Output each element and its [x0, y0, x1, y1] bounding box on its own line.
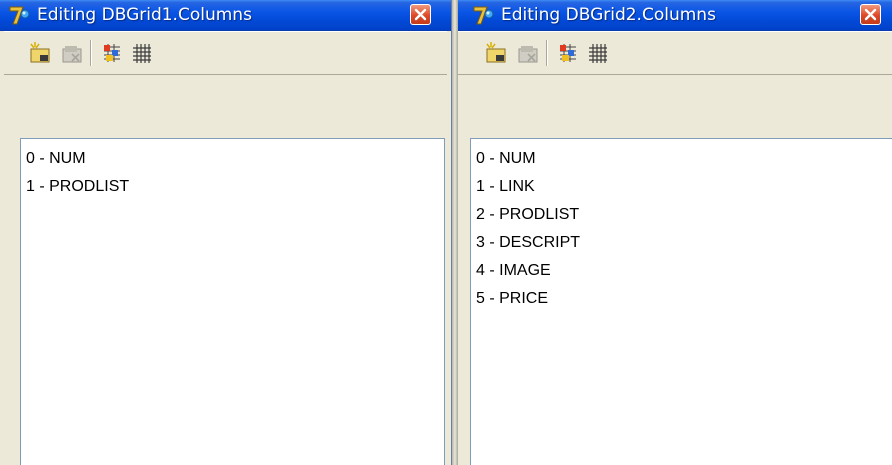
delete-item-icon: [518, 46, 538, 63]
window-title: Editing DBGrid1.Columns: [37, 5, 252, 25]
new-item-icon: [486, 42, 506, 63]
close-button[interactable]: [410, 4, 431, 25]
add-all-fields-button[interactable]: [100, 41, 124, 65]
close-icon: [414, 8, 427, 21]
new-item-icon: [30, 42, 50, 63]
grid-icon: [133, 44, 151, 63]
restore-defaults-button[interactable]: [586, 41, 610, 65]
list-item[interactable]: 3 - DESCRIPT: [476, 229, 580, 257]
delete-column-button[interactable]: [60, 41, 84, 65]
toolbar-separator: [546, 40, 548, 66]
add-new-column-button[interactable]: [28, 41, 52, 65]
delete-item-icon: [62, 46, 82, 63]
list-item[interactable]: 0 - NUM: [26, 145, 129, 173]
add-all-fields-icon: [104, 44, 120, 62]
window-title: Editing DBGrid2.Columns: [501, 5, 716, 25]
title-bar[interactable]: Editing DBGrid2.Columns: [458, 0, 892, 31]
columns-editor-window-dbgrid1: Editing DBGrid1.Columns 0 - NUM 1 - PROD…: [0, 0, 452, 465]
title-bar[interactable]: Editing DBGrid1.Columns: [0, 0, 451, 31]
grid-icon: [589, 44, 607, 63]
list-item[interactable]: 0 - NUM: [476, 145, 580, 173]
close-icon: [864, 8, 877, 21]
columns-list[interactable]: 0 - NUM 1 - PRODLIST: [20, 138, 445, 465]
add-all-fields-icon: [560, 44, 576, 62]
columns-list[interactable]: 0 - NUM 1 - LINK 2 - PRODLIST 3 - DESCRI…: [470, 138, 892, 465]
add-all-fields-button[interactable]: [556, 41, 580, 65]
close-button[interactable]: [860, 4, 881, 25]
delete-column-button[interactable]: [516, 41, 540, 65]
list-item[interactable]: 4 - IMAGE: [476, 257, 580, 285]
list-item[interactable]: 1 - PRODLIST: [26, 173, 129, 201]
list-item[interactable]: 1 - LINK: [476, 173, 580, 201]
delphi-app-icon: [472, 5, 496, 25]
add-new-column-button[interactable]: [484, 41, 508, 65]
list-item[interactable]: 5 - PRICE: [476, 285, 580, 313]
delphi-app-icon: [8, 5, 32, 25]
toolbar-separator: [90, 40, 92, 66]
columns-editor-window-dbgrid2: Editing DBGrid2.Columns 0 - NUM 1 - LINK…: [458, 0, 892, 465]
list-item[interactable]: 2 - PRODLIST: [476, 201, 580, 229]
toolbar: [458, 31, 892, 75]
restore-defaults-button[interactable]: [130, 41, 154, 65]
toolbar: [4, 31, 447, 75]
